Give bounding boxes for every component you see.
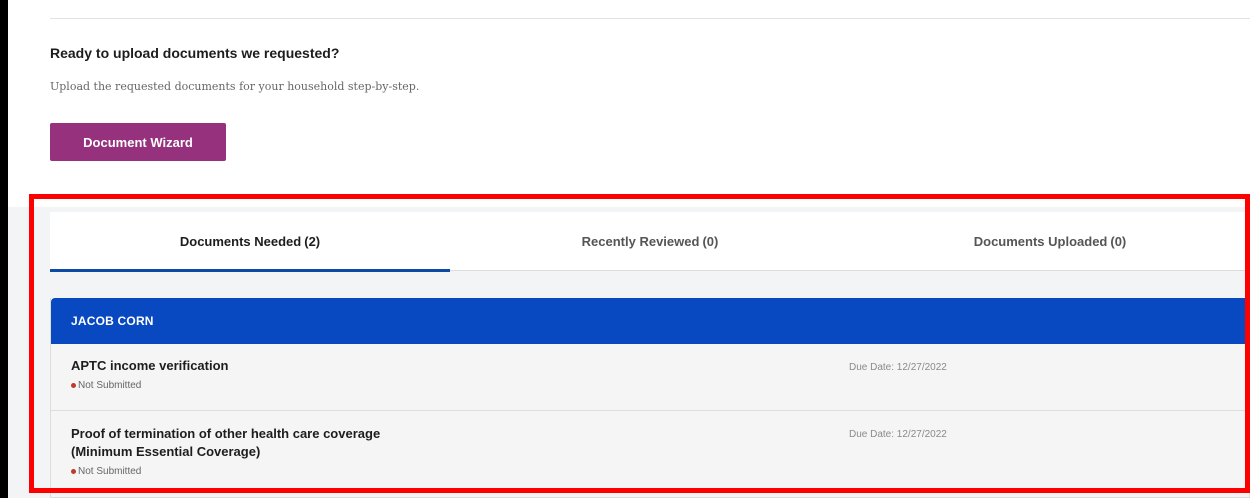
person-documents-card: JACOB CORN APTC income verification Not …	[50, 298, 1250, 498]
document-title: APTC income verification	[71, 357, 491, 375]
upload-card: Ready to upload documents we requested? …	[8, 0, 1250, 207]
document-title-line: (Minimum Essential Coverage)	[71, 444, 261, 459]
upload-description: Upload the requested documents for your …	[50, 80, 420, 93]
tab-documents-uploaded[interactable]: Documents Uploaded (0)	[850, 212, 1250, 271]
document-due-date: Due Date: 12/27/2022	[849, 362, 947, 373]
document-title-line: APTC income verification	[71, 358, 229, 373]
document-wizard-button[interactable]: Document Wizard	[50, 123, 226, 161]
status-dot-icon	[71, 383, 76, 388]
tab-count: (0)	[702, 234, 719, 249]
tab-label: Documents Uploaded	[973, 234, 1108, 249]
tab-label: Documents Needed	[179, 234, 302, 249]
tab-label: Recently Reviewed	[581, 234, 700, 249]
document-row[interactable]: Proof of termination of other health car…	[51, 411, 1250, 498]
upload-heading: Ready to upload documents we requested?	[50, 45, 340, 61]
document-title-line: Proof of termination of other health car…	[71, 426, 381, 441]
document-status-text: Not Submitted	[78, 380, 142, 391]
document-status-text: Not Submitted	[78, 466, 142, 477]
status-dot-icon	[71, 469, 76, 474]
document-due-date: Due Date: 12/27/2022	[849, 429, 947, 440]
person-name-header: JACOB CORN	[51, 298, 1250, 344]
document-status: Not Submitted	[71, 466, 141, 477]
tab-count: (2)	[304, 234, 321, 249]
tab-documents-needed[interactable]: Documents Needed (2)	[50, 212, 450, 271]
tab-recently-reviewed[interactable]: Recently Reviewed (0)	[450, 212, 850, 271]
document-title: Proof of termination of other health car…	[71, 425, 491, 461]
document-status: Not Submitted	[71, 380, 141, 391]
page-frame: Ready to upload documents we requested? …	[8, 0, 1250, 498]
tab-count: (0)	[1110, 234, 1127, 249]
document-row[interactable]: APTC income verification Not Submitted D…	[51, 344, 1250, 411]
active-tab-indicator	[50, 269, 450, 272]
top-divider	[50, 18, 1250, 19]
document-tabs: Documents Needed (2) Recently Reviewed (…	[50, 212, 1250, 272]
